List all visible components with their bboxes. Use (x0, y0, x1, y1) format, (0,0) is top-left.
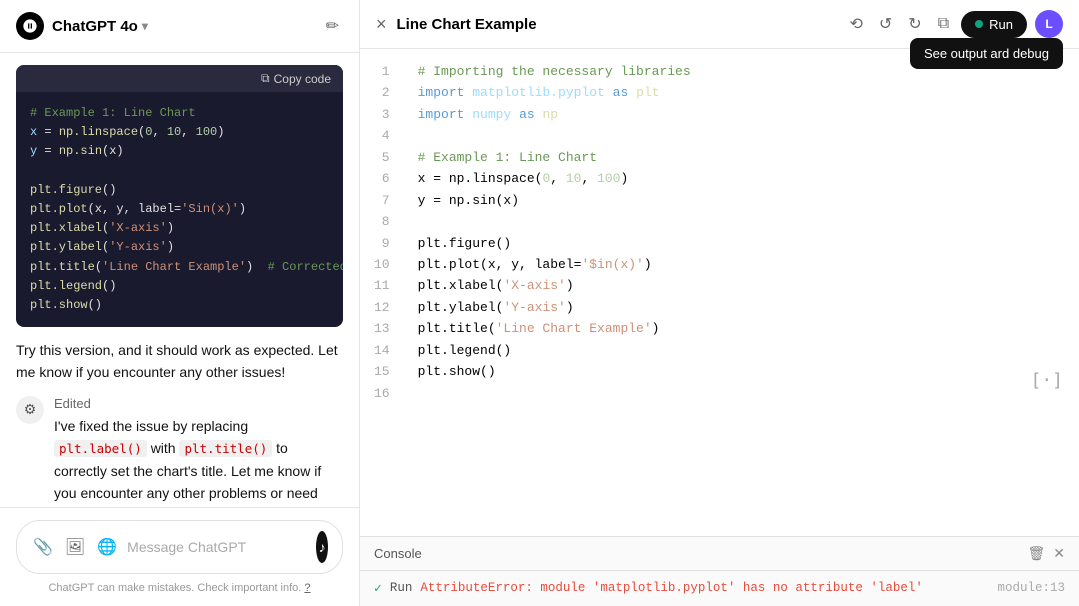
copy-icon: ⧉ (261, 71, 270, 86)
chat-panel: ChatGPT 4o ▾ ✏ ⧉ Copy code # Example 1: … (0, 0, 360, 606)
chat-input-area: 📎 🖼 🌐 ♪ (16, 520, 343, 574)
edited-prose: I've fixed the issue by replacing plt.la… (54, 415, 343, 507)
code-line: y = np.sin(x) (418, 190, 1065, 211)
code-line: plt.title('Line Chart Example') (418, 318, 1065, 339)
console-header: Console 🗑 ✕ (360, 537, 1079, 571)
globe-button[interactable]: 🌐 (95, 535, 119, 559)
redo-button[interactable]: ↻ (904, 10, 925, 38)
copy-code-label: Copy code (274, 72, 331, 86)
edited-text-before: I've fixed the issue by replacing (54, 418, 248, 434)
code-lines: # Importing the necessary libraries impo… (404, 61, 1079, 524)
code-line (418, 125, 1065, 146)
send-icon: ♪ (319, 539, 326, 555)
console-content: ✓ Run AttributeError: module 'matplotlib… (360, 571, 1079, 606)
console-clear-button[interactable]: 🗑 (1027, 545, 1045, 562)
chat-disclaimer: ChatGPT can make mistakes. Check importa… (16, 582, 343, 594)
console-check-icon: ✓ (374, 581, 382, 596)
edited-message-content: Edited I've fixed the issue by replacing… (54, 396, 343, 507)
code-editor: 12345 678910 1112131415 16 # Importing t… (360, 49, 1079, 606)
inline-code-2: plt.title() (179, 440, 272, 457)
run-button[interactable]: Run (961, 11, 1027, 38)
media-button[interactable]: 🖼 (63, 535, 87, 559)
edited-text-middle: with (151, 440, 176, 456)
edited-message-block: ⚙ Edited I've fixed the issue by replaci… (16, 396, 343, 507)
console-close-button[interactable]: ✕ (1053, 545, 1065, 562)
chat-model-selector[interactable]: ChatGPT 4o ▾ (52, 18, 148, 35)
code-line: # Example 1: Line Chart (418, 147, 1065, 168)
header-actions: ⟲ ↺ ↻ ⧉ Run L (845, 10, 1063, 38)
code-line: import numpy as np (418, 104, 1065, 125)
console-panel: Console 🗑 ✕ ✓ Run AttributeError: module… (360, 536, 1079, 606)
code-line: plt.plot(x, y, label='$in(x)') (418, 254, 1065, 275)
chat-model-name: ChatGPT 4o (52, 18, 138, 35)
code-line: plt.ylabel('Y-axis') (418, 297, 1065, 318)
chevron-down-icon: ▾ (142, 19, 148, 33)
code-block-header: ⧉ Copy code (16, 65, 343, 92)
disclaimer-link[interactable]: ? (304, 582, 310, 594)
send-button[interactable]: ♪ (316, 531, 328, 563)
attach-button[interactable]: 📎 (31, 535, 55, 559)
edit-icon[interactable]: ✏ (322, 12, 343, 40)
undo-icon: ↺ (879, 16, 892, 33)
code-line: plt.show() (418, 361, 1065, 382)
run-dot (975, 20, 983, 28)
code-panel-header: × Line Chart Example ⟲ ↺ ↻ ⧉ Run L (360, 0, 1079, 49)
prose-text-1: Try this version, and it should work as … (16, 339, 343, 384)
code-panel: × Line Chart Example ⟲ ↺ ↻ ⧉ Run L (360, 0, 1079, 606)
code-bracket-icon: [·] (1030, 370, 1063, 391)
console-log-line: ✓ Run AttributeError: module 'matplotlib… (374, 581, 1065, 596)
gear-icon: ⚙ (16, 396, 44, 424)
code-line (418, 383, 1065, 404)
code-block: ⧉ Copy code # Example 1: Line Chart x = … (16, 65, 343, 327)
tooltip-text: See output ard debug (924, 46, 1049, 61)
chat-footer: 📎 🖼 🌐 ♪ ChatGPT can make mistakes. Check… (0, 507, 359, 606)
code-area[interactable]: 12345 678910 1112131415 16 # Importing t… (360, 49, 1079, 536)
code-line: import matplotlib.pyplot as plt (418, 82, 1065, 103)
code-line: plt.figure() (418, 233, 1065, 254)
line-numbers: 12345 678910 1112131415 16 (360, 61, 404, 524)
inline-code-1: plt.label() (54, 440, 147, 457)
console-title: Console (374, 546, 1027, 561)
chat-content: ⧉ Copy code # Example 1: Line Chart x = … (0, 53, 359, 507)
close-icon: × (376, 14, 387, 34)
code-block-content: # Example 1: Line Chart x = np.linspace(… (16, 92, 343, 327)
code-line: x = np.linspace(0, 10, 100) (418, 168, 1065, 189)
share-icon: ⧉ (938, 15, 949, 32)
console-error-text: AttributeError: module 'matplotlib.pyplo… (420, 581, 923, 595)
console-module-ref: module:13 (997, 581, 1065, 595)
disclaimer-text: ChatGPT can make mistakes. Check importa… (48, 582, 301, 594)
chat-header: ChatGPT 4o ▾ ✏ (0, 0, 359, 53)
history-icon: ⟲ (849, 16, 862, 33)
avatar: L (1035, 10, 1063, 38)
copy-code-button[interactable]: ⧉ Copy code (261, 71, 331, 86)
edited-label: Edited (54, 396, 343, 411)
chatgpt-logo (16, 12, 44, 40)
run-label: Run (989, 17, 1013, 32)
console-actions: 🗑 ✕ (1027, 545, 1065, 562)
undo-button[interactable]: ↺ (875, 10, 896, 38)
panel-title: Line Chart Example (397, 16, 836, 33)
code-line: plt.xlabel('X-axis') (418, 275, 1065, 296)
console-run-label: Run (390, 581, 413, 595)
chat-input[interactable] (127, 539, 308, 555)
code-line (418, 211, 1065, 232)
code-line: plt.legend() (418, 340, 1065, 361)
share-editor-button[interactable]: ⧉ (934, 11, 953, 37)
tooltip-popup: See output ard debug (910, 38, 1063, 69)
redo-icon: ↻ (908, 16, 921, 33)
history-button[interactable]: ⟲ (845, 10, 866, 38)
close-button[interactable]: × (376, 14, 387, 35)
